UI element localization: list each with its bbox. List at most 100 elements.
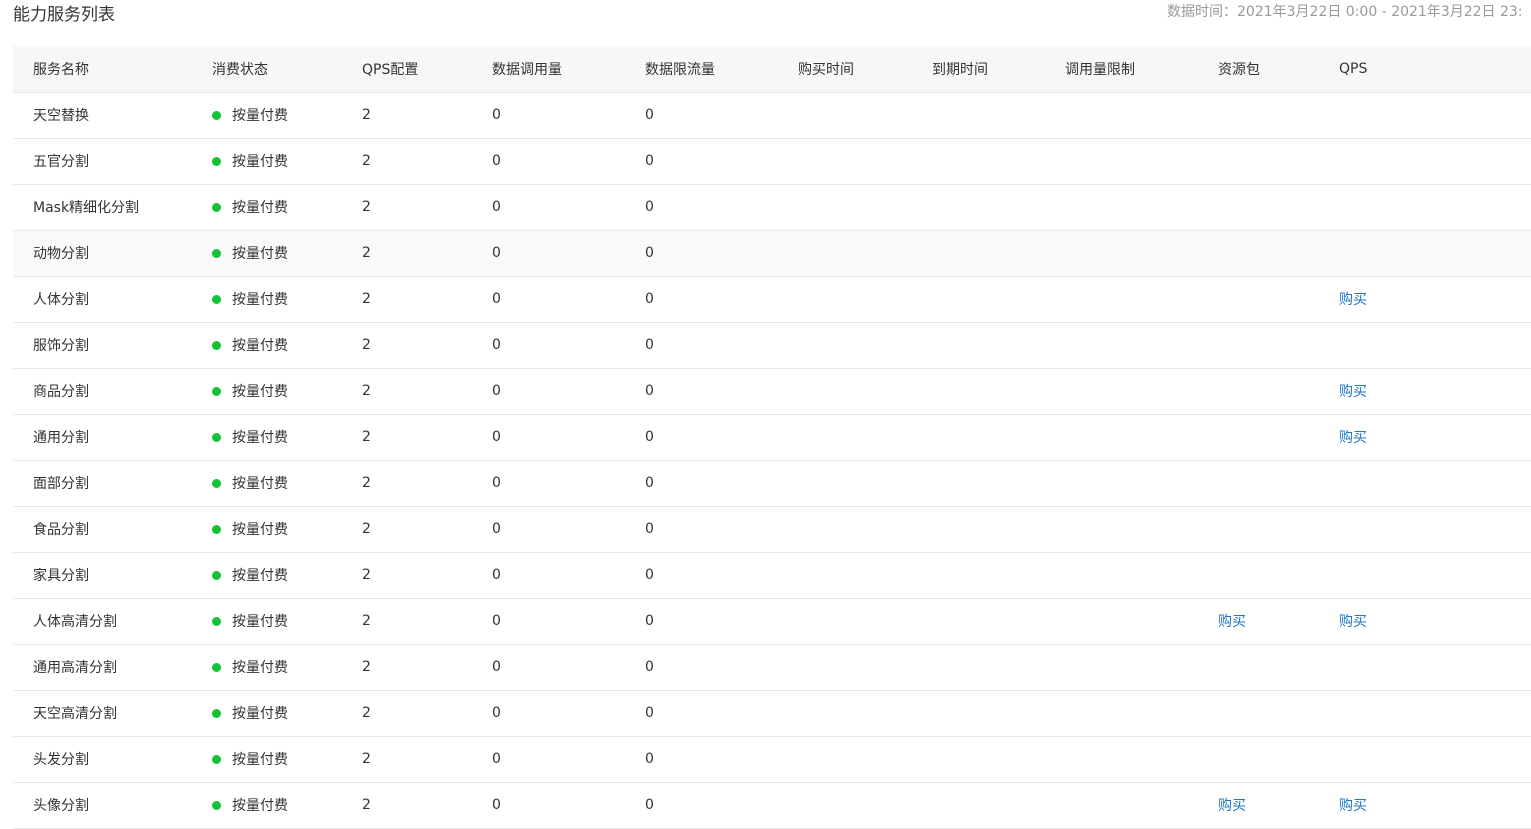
- qps-config-value: 2: [362, 705, 371, 721]
- consume-status-cell: 按量付费: [212, 598, 362, 644]
- expire-time-cell: [932, 322, 1065, 368]
- throttle-volume-value: 0: [645, 291, 654, 307]
- status-label: 按量付费: [232, 706, 288, 722]
- status-label: 按量付费: [232, 660, 288, 676]
- call-limit-cell: [1065, 460, 1218, 506]
- buy-qps-link[interactable]: 购买: [1339, 430, 1367, 446]
- status-label: 按量付费: [232, 798, 288, 814]
- throttle-volume-cell: 0: [645, 552, 798, 598]
- service-name: 通用分割: [33, 430, 89, 446]
- buy-resource-pack-link[interactable]: 购买: [1218, 798, 1246, 814]
- qps-config-cell: 2: [362, 230, 492, 276]
- expire-time-cell: [932, 460, 1065, 506]
- qps-cell: [1339, 690, 1531, 736]
- consume-status-cell: 按量付费: [212, 184, 362, 230]
- purchase-time-cell: [798, 92, 932, 138]
- qps-config-value: 2: [362, 751, 371, 767]
- table-body: 天空替换 按量付费 2 0 0 五官分割 按量付费 2 0 0 Mask精细化分割 按量付费 2 0 0 动物…: [13, 92, 1531, 828]
- service-name-cell: 天空高清分割: [13, 690, 212, 736]
- throttle-volume-value: 0: [645, 475, 654, 491]
- resource-pack-cell: [1218, 460, 1339, 506]
- service-name: 服饰分割: [33, 338, 89, 354]
- consume-status-cell: 按量付费: [212, 736, 362, 782]
- buy-qps-link[interactable]: 购买: [1339, 292, 1367, 308]
- purchase-time-cell: [798, 506, 932, 552]
- throttle-volume-cell: 0: [645, 644, 798, 690]
- throttle-volume-value: 0: [645, 199, 654, 215]
- service-name: 五官分割: [33, 154, 89, 170]
- expire-time-cell: [932, 690, 1065, 736]
- resource-pack-cell: [1218, 690, 1339, 736]
- call-volume-value: 0: [492, 797, 501, 813]
- table-row: 商品分割 按量付费 2 0 0 购买: [13, 368, 1531, 414]
- qps-config-value: 2: [362, 613, 371, 629]
- header-consume-status: 消费状态: [212, 46, 362, 93]
- table-row: 头发分割 按量付费 2 0 0: [13, 736, 1531, 782]
- resource-pack-cell: [1218, 368, 1339, 414]
- service-name-cell: 面部分割: [13, 460, 212, 506]
- consume-status-cell: 按量付费: [212, 368, 362, 414]
- throttle-volume-cell: 0: [645, 322, 798, 368]
- service-table-container: 服务名称 消费状态 QPS配置 数据调用量 数据限流量 购买时间 到期时间 调用…: [13, 46, 1531, 829]
- service-name: 动物分割: [33, 246, 89, 262]
- status-label: 按量付费: [232, 108, 288, 124]
- service-name-cell: 家具分割: [13, 552, 212, 598]
- consume-status-cell: 按量付费: [212, 690, 362, 736]
- qps-cell: [1339, 644, 1531, 690]
- resource-pack-cell: [1218, 184, 1339, 230]
- call-limit-cell: [1065, 414, 1218, 460]
- qps-config-cell: 2: [362, 782, 492, 828]
- purchase-time-cell: [798, 598, 932, 644]
- purchase-time-cell: [798, 368, 932, 414]
- qps-config-value: 2: [362, 567, 371, 583]
- call-volume-value: 0: [492, 613, 501, 629]
- service-name-cell: 五官分割: [13, 138, 212, 184]
- qps-config-cell: 2: [362, 552, 492, 598]
- service-name: 食品分割: [33, 522, 89, 538]
- expire-time-cell: [932, 644, 1065, 690]
- qps-cell: [1339, 552, 1531, 598]
- buy-qps-link[interactable]: 购买: [1339, 384, 1367, 400]
- qps-cell: [1339, 506, 1531, 552]
- call-volume-cell: 0: [492, 414, 645, 460]
- call-volume-value: 0: [492, 567, 501, 583]
- header-resource-pack: 资源包: [1218, 46, 1339, 93]
- throttle-volume-cell: 0: [645, 230, 798, 276]
- throttle-volume-cell: 0: [645, 184, 798, 230]
- service-name: 面部分割: [33, 476, 89, 492]
- throttle-volume-value: 0: [645, 751, 654, 767]
- resource-pack-cell: [1218, 736, 1339, 782]
- call-volume-cell: 0: [492, 322, 645, 368]
- buy-resource-pack-link[interactable]: 购买: [1218, 614, 1246, 630]
- call-volume-value: 0: [492, 199, 501, 215]
- resource-pack-cell: [1218, 92, 1339, 138]
- qps-config-cell: 2: [362, 644, 492, 690]
- table-header: 服务名称 消费状态 QPS配置 数据调用量 数据限流量 购买时间 到期时间 调用…: [13, 46, 1531, 93]
- status-label: 按量付费: [232, 384, 288, 400]
- status-dot-icon: [212, 387, 221, 396]
- buy-qps-link[interactable]: 购买: [1339, 614, 1367, 630]
- service-name-cell: 动物分割: [13, 230, 212, 276]
- throttle-volume-value: 0: [645, 337, 654, 353]
- service-name: 人体高清分割: [33, 614, 117, 630]
- consume-status-cell: 按量付费: [212, 552, 362, 598]
- consume-status-cell: 按量付费: [212, 322, 362, 368]
- purchase-time-cell: [798, 322, 932, 368]
- throttle-volume-value: 0: [645, 383, 654, 399]
- table-row: 服饰分割 按量付费 2 0 0: [13, 322, 1531, 368]
- table-row: 通用高清分割 按量付费 2 0 0: [13, 644, 1531, 690]
- call-volume-value: 0: [492, 521, 501, 537]
- service-name-cell: 头像分割: [13, 782, 212, 828]
- call-limit-cell: [1065, 184, 1218, 230]
- status-dot-icon: [212, 111, 221, 120]
- call-volume-value: 0: [492, 475, 501, 491]
- throttle-volume-value: 0: [645, 659, 654, 675]
- status-label: 按量付费: [232, 154, 288, 170]
- expire-time-cell: [932, 552, 1065, 598]
- throttle-volume-cell: 0: [645, 414, 798, 460]
- qps-cell: [1339, 184, 1531, 230]
- status-label: 按量付费: [232, 246, 288, 262]
- expire-time-cell: [932, 230, 1065, 276]
- call-volume-value: 0: [492, 245, 501, 261]
- buy-qps-link[interactable]: 购买: [1339, 798, 1367, 814]
